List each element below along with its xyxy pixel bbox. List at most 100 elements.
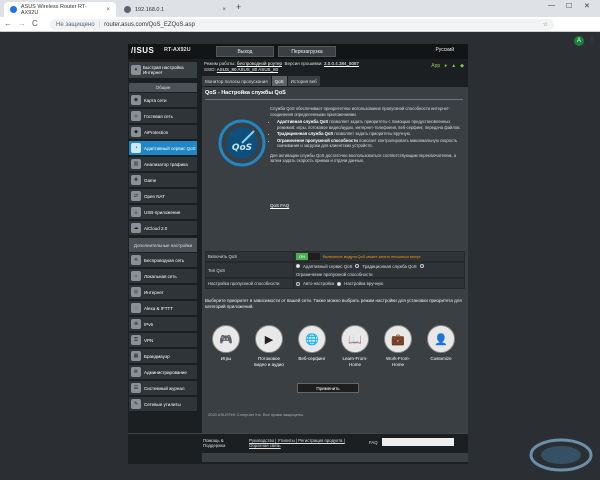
tab-favicon-icon <box>10 6 17 13</box>
radio-limiter-label: Ограничение пропускной способности <box>296 271 373 277</box>
reboot-button[interactable]: Перезагрузка <box>278 46 336 57</box>
router-model: RT-AX92U <box>164 47 191 53</box>
sidebar-item-label: Карта сети <box>144 97 167 103</box>
status-ssid-values[interactable]: ASUS_80 ASUS_80 ASUS_80 <box>217 67 278 72</box>
sidebar-item-network-map[interactable]: ◉ Карта сети <box>129 93 197 108</box>
footer-links[interactable]: Руководство | Утилиты | Регистрация прод… <box>249 438 359 448</box>
page-title: QoS - Настройка службы QoS <box>205 90 286 96</box>
radio-traditional-label: Традиционная служба QoS <box>362 263 417 269</box>
priority-learn-from-home[interactable]: 📖 Learn-From-Home <box>339 325 371 367</box>
new-tab-button[interactable]: + <box>236 2 241 12</box>
section-general: Общие <box>129 83 197 92</box>
qos-faq-link[interactable]: QoS FAQ <box>270 203 289 208</box>
firewall-icon: ▦ <box>131 351 141 361</box>
sidebar-item-lan[interactable]: ⌂ Локальная сеть <box>129 269 197 284</box>
tab-close-icon[interactable]: × <box>222 7 226 13</box>
gamepad-icon: 🎮 <box>212 325 240 353</box>
sidebar-item-label: Беспроводная сеть <box>144 257 185 263</box>
sidebar-item-usb[interactable]: ⏚ USB-приложение <box>129 205 197 220</box>
priority-games[interactable]: 🎮 Игры <box>210 325 242 362</box>
bullet-adaptive-title: Адаптивная служба QoS <box>277 119 329 124</box>
user-icon[interactable]: ● <box>444 63 447 69</box>
sidebar-item-aiprotection[interactable]: ◆ AiProtection <box>129 125 197 140</box>
bookmark-star-icon[interactable]: ☆ <box>543 21 548 28</box>
maximize-button[interactable]: ☐ <box>566 2 572 10</box>
watermark-logo-icon <box>529 438 593 472</box>
url-text: router.asus.com/QoS_EZQoS.asp <box>104 21 195 28</box>
tab-title: ASUS Wireless Router RT-AX92U <box>20 3 87 16</box>
tab-asus-router[interactable]: ASUS Wireless Router RT-AX92U × <box>4 2 116 17</box>
sidebar-item-label: VPN <box>144 337 154 343</box>
apply-button[interactable]: Применить <box>297 383 359 393</box>
sidebar-item-game[interactable]: ✚ Game <box>129 173 197 188</box>
sidebar-item-aicloud[interactable]: ☁ AiCloud 2.0 <box>129 221 197 236</box>
vpn-icon: ⚿ <box>131 335 141 345</box>
sidebar-item-ipv6[interactable]: ⊕ IPv6 <box>129 317 197 332</box>
sidebar-item-wireless[interactable]: ≋ Беспроводная сеть <box>129 253 197 268</box>
sidebar-item-vpn[interactable]: ⚿ VPN <box>129 333 197 348</box>
priority-streaming[interactable]: ▶ Потоковое видео и аудио <box>253 325 285 367</box>
qos-type-label: Тип QoS <box>206 263 294 277</box>
sidebar-item-traffic[interactable]: ▥ Анализатор трафика <box>129 157 197 172</box>
close-window-button[interactable]: ✕ <box>584 2 590 10</box>
sidebar-item-label: Гостевая сеть <box>144 113 173 119</box>
priority-work-from-home[interactable]: 💼 Work-From-Home <box>382 325 414 367</box>
sidebar-item-guest[interactable]: ☺ Гостевая сеть <box>129 109 197 124</box>
address-bar: ← → C Не защищено | router.asus.com/QoS_… <box>0 17 600 46</box>
briefcase-icon: 💼 <box>384 325 412 353</box>
svg-text:QoS: QoS <box>232 143 252 153</box>
sidebar-item-alexa[interactable]: ◌ Alexa & IFTTT <box>129 301 197 316</box>
radio-manual-setting[interactable] <box>337 281 342 286</box>
priority-label: Work-From-Home <box>386 356 410 367</box>
reload-icon[interactable]: C <box>32 19 38 28</box>
url-field[interactable]: Не защищено | router.asus.com/QoS_EZQoS.… <box>50 19 554 30</box>
status-fw-label: Версия прошивки: <box>284 61 323 66</box>
router-footer: Помощь & Поддержка Руководство | Утилиты… <box>128 433 468 453</box>
sidebar-item-tools[interactable]: ✎ Сетевые утилиты <box>129 397 197 412</box>
minimize-button[interactable]: — <box>548 2 555 9</box>
radio-adaptive-qos[interactable] <box>296 264 300 268</box>
tab-bandwidth-monitor[interactable]: Монитор полосы пропускания <box>202 76 271 86</box>
radio-adaptive-label: Адаптивный сервис QoS <box>303 263 353 269</box>
quick-setup-button[interactable]: ✦ Быстрая настройка Интернет <box>129 62 197 78</box>
wand-icon: ✦ <box>131 65 141 75</box>
tab-close-icon[interactable]: × <box>106 7 110 13</box>
usb-status-icon[interactable]: ◆ <box>460 63 464 69</box>
radio-bandwidth-limiter[interactable] <box>419 264 424 268</box>
back-icon[interactable]: ← <box>4 19 12 28</box>
logout-button[interactable]: Выход <box>216 46 274 57</box>
sidebar-item-admin[interactable]: ⚙ Администрирование <box>129 365 197 380</box>
priority-label: Веб-серфинг <box>298 356 326 361</box>
radio-auto-setting[interactable] <box>296 281 300 286</box>
sidebar-item-label: AiCloud 2.0 <box>144 225 168 231</box>
nat-icon: ⇄ <box>131 191 141 201</box>
sidebar-item-qos[interactable]: ◔ Адаптивный сервис QoS <box>129 141 197 156</box>
internet-icon: ◎ <box>131 287 141 297</box>
sidebar-item-firewall[interactable]: ▦ Брандмауэр <box>129 349 197 364</box>
desc-intro: Служба QoS обеспечивает приоритетное исп… <box>270 106 451 117</box>
priority-customize[interactable]: 👤 Customize <box>425 325 457 362</box>
app-label[interactable]: App <box>431 63 440 69</box>
sidebar-item-wan[interactable]: ◎ Интернет <box>129 285 197 300</box>
globe-icon: ◉ <box>131 95 141 105</box>
faq-search-input[interactable] <box>382 438 454 446</box>
priority-web-surfing[interactable]: 🌐 Веб-серфинг <box>296 325 328 362</box>
footer-faq-label: FAQ <box>369 440 378 445</box>
enable-qos-toggle[interactable]: ON <box>296 253 320 260</box>
browser-menu-icon[interactable]: ⋮ <box>588 35 596 44</box>
status-fw-value[interactable]: 3.0.0.4.384_8087 <box>324 61 359 66</box>
tab-qos[interactable]: QoS <box>271 76 287 86</box>
profile-avatar[interactable]: A <box>574 36 584 46</box>
forward-icon[interactable]: → <box>18 19 26 28</box>
language-select[interactable]: Русский <box>435 47 454 53</box>
radio-manual-label: Настройка вручную <box>344 281 384 286</box>
radio-auto-label: Авто-настройка <box>303 281 335 286</box>
sidebar-item-open-nat[interactable]: ⇄ Open NAT <box>129 189 197 204</box>
status-mode-value[interactable]: беспроводной роутер <box>237 61 282 66</box>
network-icon[interactable]: ▲ <box>451 63 456 69</box>
radio-traditional-qos[interactable] <box>355 264 360 268</box>
tab-web-history[interactable]: История веб <box>287 76 320 86</box>
sidebar-item-syslog[interactable]: ☰ Системный журнал <box>129 381 197 396</box>
row-enable-qos: Включить QoS ON Включение модуля QoS мож… <box>205 251 465 262</box>
tab-192-168-0-1[interactable]: 192.168.0.1 × <box>118 2 232 17</box>
